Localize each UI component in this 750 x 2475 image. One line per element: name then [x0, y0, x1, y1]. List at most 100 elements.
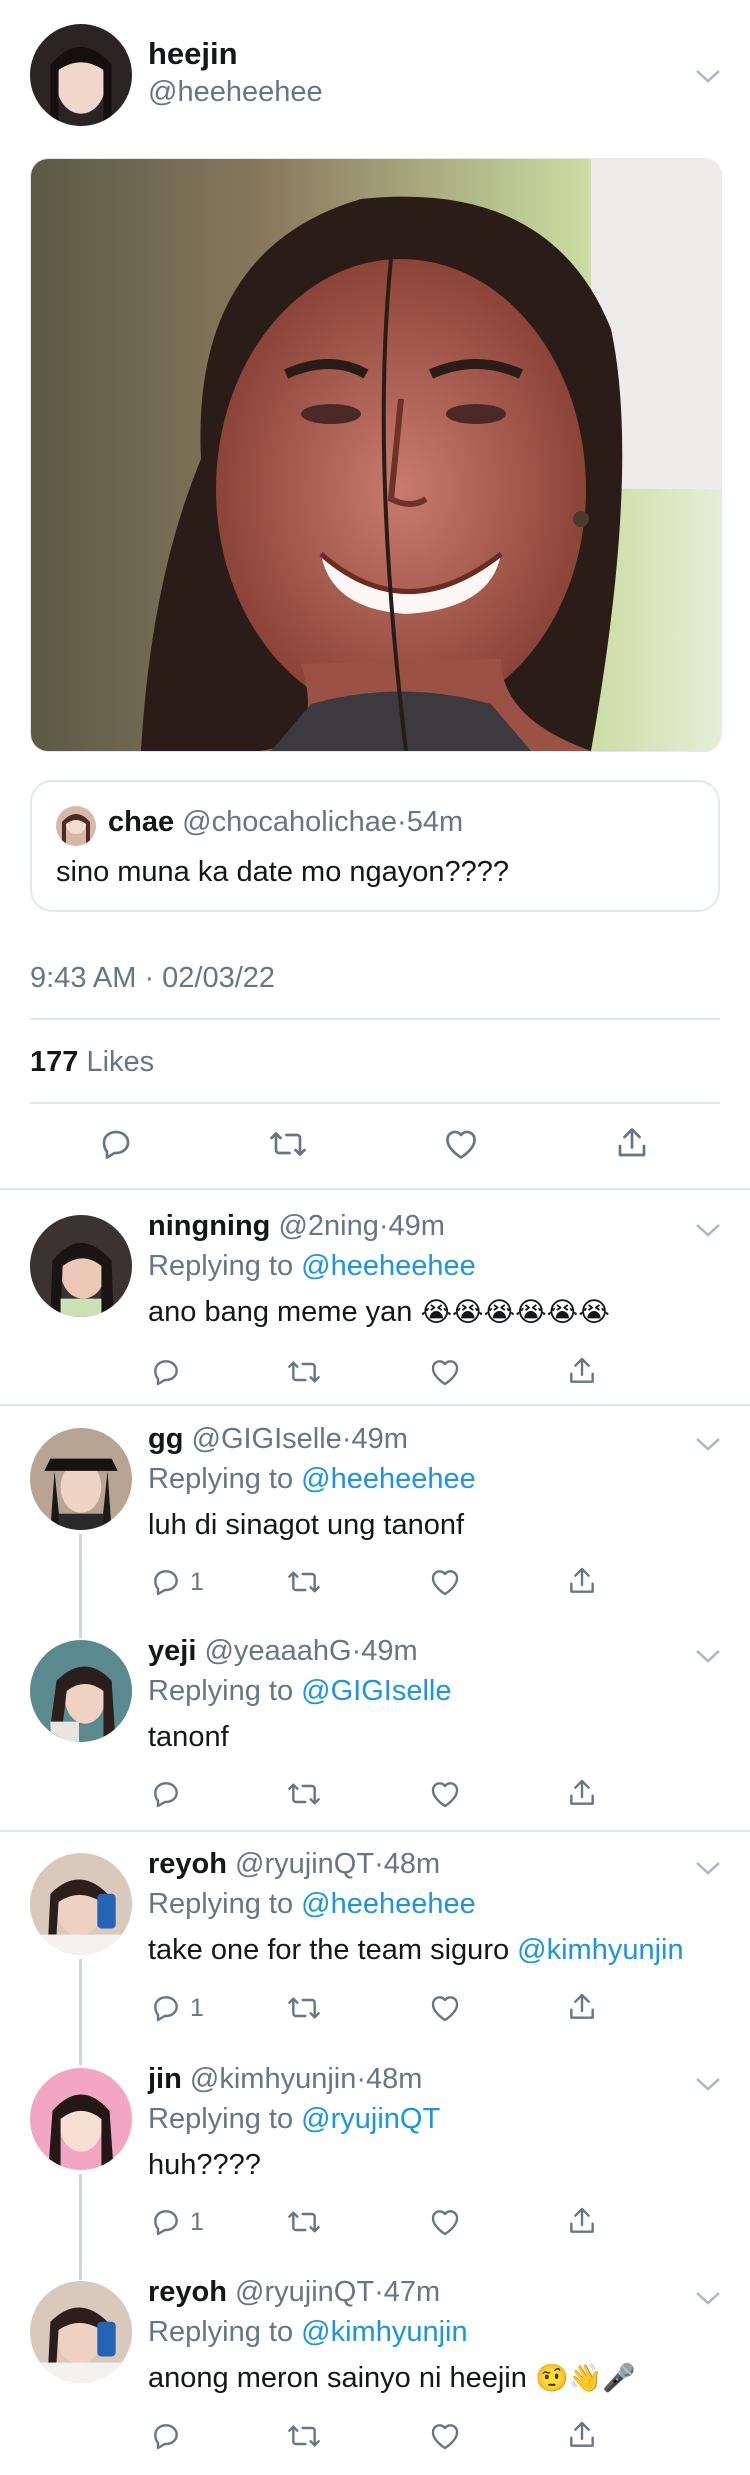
reply-button[interactable] — [150, 2420, 190, 2452]
tweet-time: 49m — [388, 1210, 445, 1242]
share-button[interactable] — [566, 2204, 598, 2238]
author-name[interactable]: heejin — [148, 36, 238, 72]
chevron-down-icon[interactable] — [693, 2288, 723, 2308]
share-button[interactable] — [566, 1776, 598, 1810]
chevron-down-icon[interactable] — [693, 66, 723, 86]
quoted-tweet[interactable]: chae @chocaholichae·54m sino muna ka dat… — [30, 780, 720, 912]
retweet-button[interactable] — [286, 1778, 322, 1810]
like-button[interactable] — [428, 2206, 462, 2238]
avatar[interactable] — [30, 1853, 132, 1955]
author-handle[interactable]: @kimhyunjin — [190, 2063, 356, 2095]
share-icon — [570, 1567, 594, 1593]
divider — [0, 1830, 750, 1832]
tweet-time: 47m — [383, 2276, 441, 2308]
like-button[interactable] — [428, 1992, 462, 2024]
reply-button[interactable]: 1 — [150, 1566, 204, 1598]
retweet-button[interactable] — [268, 1126, 308, 1162]
avatar[interactable] — [30, 1428, 132, 1530]
retweet-icon — [288, 2211, 320, 2233]
divider — [0, 1188, 750, 1190]
mention-link[interactable]: @kimhyunjin — [517, 1934, 683, 1966]
retweet-button[interactable] — [286, 2206, 322, 2238]
share-button[interactable] — [566, 2418, 598, 2452]
author-name[interactable]: reyoh — [148, 2276, 227, 2308]
separator: · — [356, 2063, 367, 2095]
replying-to-link[interactable]: @heeheehee — [301, 1888, 476, 1920]
author-name[interactable]: yeji — [148, 1635, 196, 1667]
author-handle[interactable]: @heeheehee — [148, 76, 323, 109]
avatar[interactable] — [30, 2281, 132, 2383]
tweet-timestamp: 9:43 AM · 02/03/22 — [30, 962, 276, 994]
avatar[interactable] — [30, 2068, 132, 2170]
likes-stat[interactable]: 177 Likes — [30, 1046, 154, 1079]
author-handle[interactable]: @ryujinQT — [235, 2276, 374, 2308]
like-button[interactable] — [442, 1126, 480, 1162]
reply-icon — [154, 2210, 178, 2236]
like-button[interactable] — [428, 1566, 462, 1598]
quoted-author-handle: @chocaholichae — [182, 806, 398, 838]
replying-to-link[interactable]: @GIGIselle — [301, 1675, 451, 1707]
like-button[interactable] — [428, 1356, 462, 1388]
chevron-down-icon[interactable] — [693, 2074, 723, 2094]
share-button[interactable] — [566, 1354, 598, 1388]
author-handle[interactable]: @2ning — [278, 1210, 378, 1242]
retweet-button[interactable] — [286, 1992, 322, 2024]
reply-icon — [102, 1130, 130, 1159]
tweet-image[interactable] — [30, 158, 722, 752]
chevron-down-icon[interactable] — [693, 1434, 723, 1454]
share-icon — [570, 2207, 594, 2233]
replying-to-label: Replying to — [148, 1675, 294, 1707]
replying-to-link[interactable]: @heeheehee — [301, 1463, 476, 1495]
replying-to-link[interactable]: @kimhyunjin — [301, 2316, 467, 2348]
reply-button[interactable] — [150, 1356, 190, 1388]
retweet-icon — [288, 1571, 320, 1593]
share-button[interactable] — [566, 1564, 598, 1598]
tweet-time: 49m — [361, 1635, 418, 1667]
heart-icon — [431, 2424, 459, 2450]
chevron-down-icon[interactable] — [693, 1646, 723, 1666]
separator: · — [378, 1210, 389, 1242]
share-button[interactable] — [566, 1990, 598, 2024]
retweet-button[interactable] — [286, 1566, 322, 1598]
chevron-down-icon[interactable] — [693, 1220, 723, 1240]
reply-count: 1 — [190, 1567, 204, 1596]
replying-to-label: Replying to — [148, 2103, 294, 2135]
author-handle[interactable]: @ryujinQT — [235, 1848, 374, 1880]
like-button[interactable] — [428, 1778, 462, 1810]
author-name[interactable]: ningning — [148, 1210, 270, 1242]
reply-button[interactable]: 1 — [150, 2206, 204, 2238]
share-icon — [570, 1357, 594, 1383]
author-handle[interactable]: @GIGIselle — [192, 1423, 342, 1455]
replying-to-label: Replying to — [148, 1463, 294, 1495]
share-icon — [570, 1993, 594, 2019]
heart-icon — [431, 1782, 459, 1808]
retweet-button[interactable] — [286, 2420, 322, 2452]
author-name[interactable]: reyoh — [148, 1848, 227, 1880]
separator: · — [374, 1848, 384, 1880]
separator: · — [351, 1635, 362, 1667]
retweet-button[interactable] — [286, 1356, 322, 1388]
author-name[interactable]: jin — [148, 2063, 182, 2095]
chevron-down-icon[interactable] — [693, 1858, 723, 1878]
tweet-text: tanonf — [148, 1721, 229, 1753]
avatar[interactable] — [30, 1215, 132, 1317]
reply-count: 1 — [190, 1993, 204, 2022]
thread-line — [79, 1959, 82, 2065]
avatar[interactable] — [30, 24, 132, 126]
reply-icon — [154, 1782, 178, 1808]
share-icon — [570, 2421, 594, 2447]
like-button[interactable] — [428, 2420, 462, 2452]
replying-to-link[interactable]: @ryujinQT — [301, 2103, 440, 2135]
separator: · — [397, 806, 407, 838]
author-handle[interactable]: @yeaaahG — [204, 1635, 351, 1667]
replying-to-link[interactable]: @heeheehee — [301, 1250, 476, 1282]
quoted-time: 54m — [406, 806, 464, 838]
reply-button[interactable]: 1 — [150, 1992, 204, 2024]
likes-label: Likes — [86, 1046, 155, 1078]
reply-button[interactable] — [150, 1778, 190, 1810]
author-name[interactable]: gg — [148, 1423, 183, 1455]
share-button[interactable] — [614, 1124, 650, 1162]
heart-icon — [431, 1360, 459, 1386]
avatar[interactable] — [30, 1640, 132, 1742]
reply-button[interactable] — [98, 1126, 134, 1162]
